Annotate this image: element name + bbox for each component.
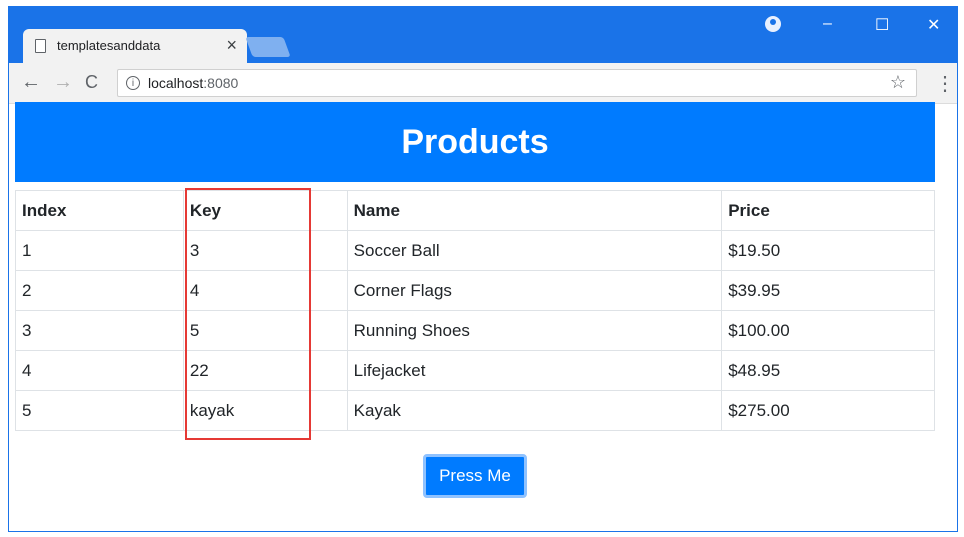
url-text: localhost:8080 bbox=[148, 75, 238, 91]
browser-tab[interactable]: templatesanddata × bbox=[23, 29, 247, 63]
table-row: 3 5 Running Shoes $100.00 bbox=[15, 310, 935, 351]
page-title: Products bbox=[15, 102, 935, 182]
tab-title: templatesanddata bbox=[57, 38, 161, 53]
reload-icon[interactable]: C bbox=[85, 72, 98, 93]
header-price: Price bbox=[721, 190, 935, 231]
key-column-highlight bbox=[185, 188, 311, 440]
cell-index: 4 bbox=[15, 350, 184, 391]
cell-name: Running Shoes bbox=[346, 310, 723, 351]
forward-icon[interactable]: → bbox=[53, 71, 73, 94]
table-row: 1 3 Soccer Ball $19.50 bbox=[15, 230, 935, 271]
page-icon bbox=[35, 39, 46, 53]
table-row: 4 22 Lifejacket $48.95 bbox=[15, 350, 935, 391]
back-icon[interactable]: ← bbox=[21, 71, 41, 94]
header-name: Name bbox=[346, 190, 723, 231]
cell-index: 5 bbox=[15, 390, 184, 431]
cell-index: 1 bbox=[15, 230, 184, 271]
star-icon[interactable]: ☆ bbox=[890, 72, 906, 93]
close-icon[interactable]: ✕ bbox=[927, 15, 940, 35]
cell-price: $39.95 bbox=[721, 270, 935, 311]
cell-name: Kayak bbox=[346, 390, 723, 431]
cell-price: $100.00 bbox=[721, 310, 935, 351]
page-content: Products Index Key Name Price 1 3 Soccer… bbox=[15, 102, 937, 498]
table-header-row: Index Key Name Price bbox=[15, 190, 935, 231]
new-tab-button[interactable] bbox=[245, 37, 291, 57]
maximize-icon[interactable]: ☐ bbox=[875, 15, 889, 35]
minimize-icon[interactable]: – bbox=[823, 15, 832, 33]
menu-icon[interactable]: ⋮ bbox=[935, 71, 955, 96]
header-index: Index bbox=[15, 190, 184, 231]
cell-index: 3 bbox=[15, 310, 184, 351]
url-port: :8080 bbox=[203, 75, 239, 91]
url-host: localhost bbox=[148, 75, 204, 91]
account-icon[interactable] bbox=[765, 16, 781, 32]
cell-price: $48.95 bbox=[721, 350, 935, 391]
cell-index: 2 bbox=[15, 270, 184, 311]
press-me-button[interactable]: Press Me bbox=[423, 454, 527, 498]
cell-price: $275.00 bbox=[721, 390, 935, 431]
cell-name: Lifejacket bbox=[346, 350, 723, 391]
cell-price: $19.50 bbox=[721, 230, 935, 271]
cell-name: Soccer Ball bbox=[346, 230, 723, 271]
tab-close-icon[interactable]: × bbox=[226, 35, 237, 56]
title-bar: templatesanddata × – ☐ ✕ bbox=[9, 7, 957, 63]
browser-toolbar: ← → C i localhost:8080 ☆ ⋮ bbox=[9, 63, 957, 104]
info-icon[interactable]: i bbox=[126, 76, 140, 90]
cell-name: Corner Flags bbox=[346, 270, 723, 311]
table-row: 5 kayak Kayak $275.00 bbox=[15, 390, 935, 431]
products-table: Index Key Name Price 1 3 Soccer Ball $19… bbox=[15, 190, 935, 431]
table-row: 2 4 Corner Flags $39.95 bbox=[15, 270, 935, 311]
address-bar[interactable]: i localhost:8080 ☆ bbox=[117, 69, 917, 97]
